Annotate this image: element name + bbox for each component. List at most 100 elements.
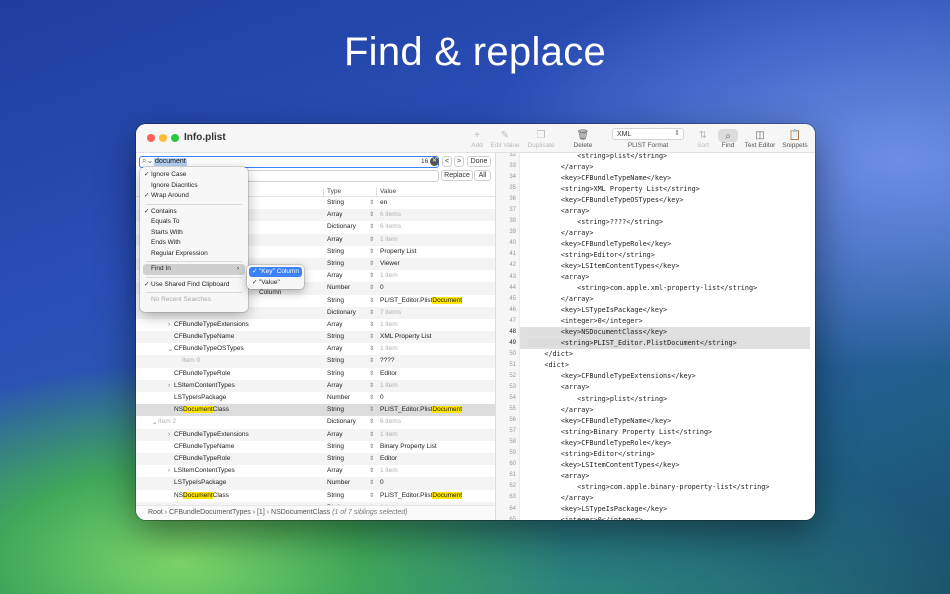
code-line[interactable]: 52 <key>CFBundleTypeExtensions</key>: [496, 371, 815, 382]
value-column-header[interactable]: Value: [380, 188, 396, 195]
code-line[interactable]: 55 </array>: [496, 404, 815, 415]
type-stepper-icon[interactable]: ⇕: [369, 370, 374, 377]
replace-all-button[interactable]: All: [474, 170, 491, 181]
snippets-button[interactable]: 📋 Snippets: [781, 129, 809, 149]
type-stepper-icon[interactable]: ⇕: [369, 382, 374, 389]
code-line[interactable]: 58 <key>CFBundleTypeRole</key>: [496, 437, 815, 448]
type-stepper-icon[interactable]: ⇕: [369, 406, 374, 413]
breadcrumb-item[interactable]: NSDocumentClass: [271, 509, 330, 516]
table-row[interactable]: NSDocumentClass String ⇕ PLIST_Editor.Plist…: [136, 490, 495, 502]
table-row[interactable]: › CFBundleTypeExtensions Array ⇕ 1 item: [136, 319, 495, 331]
text-editor-pane[interactable]: 32 <string>plist</string> 33 </array> 34 <…: [496, 153, 815, 520]
table-row[interactable]: LSTypeIsPackage Number ⇕ 0: [136, 392, 495, 404]
magnifier-dropdown-icon[interactable]: ⌕⌄: [142, 156, 153, 166]
code-line[interactable]: 65 <integer>0</integer>: [496, 515, 815, 520]
menu-item[interactable]: ✓ Use Shared Find Clipboard: [140, 280, 248, 291]
edit-value-button[interactable]: ✎ Edit Value: [490, 129, 520, 149]
menu-item[interactable]: ✓ Contains: [140, 207, 248, 218]
menu-item[interactable]: Equals To: [140, 217, 248, 228]
clear-icon[interactable]: ✕: [430, 157, 439, 166]
menu-item[interactable]: Starts With: [140, 228, 248, 239]
type-stepper-icon[interactable]: ⇕: [369, 394, 374, 401]
code-line[interactable]: 51 <dict>: [496, 360, 815, 371]
code-line[interactable]: 64 <key>LSTypeIsPackage</key>: [496, 504, 815, 515]
type-stepper-icon[interactable]: ⇕: [369, 248, 374, 255]
code-line[interactable]: 61 <array>: [496, 470, 815, 481]
code-line[interactable]: 53 <array>: [496, 382, 815, 393]
table-row[interactable]: › LSItemContentTypes Array ⇕ 1 item: [136, 379, 495, 392]
menu-item[interactable]: Ignore Diacritics: [140, 181, 248, 192]
type-stepper-icon[interactable]: ⇕: [369, 223, 374, 230]
table-row[interactable]: ⌄ CFBundleTypeOSTypes Array ⇕ 1 item: [136, 343, 495, 355]
code-line[interactable]: 40 <key>CFBundleTypeRole</key>: [496, 238, 815, 249]
add-button[interactable]: + Add: [468, 129, 486, 149]
submenu-item[interactable]: ✓ "Key" Column: [249, 267, 302, 277]
plist-format-select[interactable]: XML ⇕: [612, 128, 684, 140]
type-stepper-icon[interactable]: ⇕: [369, 272, 374, 279]
type-stepper-icon[interactable]: ⇕: [369, 345, 374, 352]
code-line[interactable]: 41 <string>Editor</string>: [496, 249, 815, 260]
code-line[interactable]: 33 </array>: [496, 161, 815, 172]
table-row[interactable]: › LSItemContentTypes Array ⇕ 1 item: [136, 465, 495, 477]
type-stepper-icon[interactable]: ⇕: [369, 297, 374, 304]
type-stepper-icon[interactable]: ⇕: [369, 333, 374, 340]
breadcrumb-item[interactable]: CFBundleDocumentTypes: [169, 509, 251, 516]
duplicate-button[interactable]: ❐ Duplicate: [526, 129, 556, 149]
table-row[interactable]: CFBundleTypeName String ⇕ Binary Property L…: [136, 441, 495, 453]
code-line[interactable]: 42 <key>LSItemContentTypes</key>: [496, 260, 815, 271]
code-line[interactable]: 38 <string>????</string>: [496, 216, 815, 227]
code-line[interactable]: 45 </array>: [496, 294, 815, 305]
type-column-header[interactable]: Type: [327, 188, 341, 195]
code-line[interactable]: 37 <array>: [496, 205, 815, 216]
type-stepper-icon[interactable]: ⇕: [369, 492, 374, 499]
chevron-right-icon[interactable]: ›: [168, 321, 170, 328]
type-stepper-icon[interactable]: ⇕: [369, 236, 374, 243]
code-line[interactable]: 59 <string>Editor</string>: [496, 448, 815, 459]
text-editor-button[interactable]: ◫ Text Editor: [743, 129, 777, 149]
code-line[interactable]: 50 </dict>: [496, 349, 815, 360]
chevron-right-icon[interactable]: ›: [168, 467, 170, 474]
code-line[interactable]: 39 </array>: [496, 227, 815, 238]
zoom-button[interactable]: [171, 134, 179, 142]
breadcrumb-item[interactable]: Root: [148, 509, 163, 516]
code-line[interactable]: 36 <key>CFBundleTypeOSTypes</key>: [496, 194, 815, 205]
code-line[interactable]: 48 <key>NSDocumentClass</key>: [496, 326, 815, 338]
submenu-item[interactable]: ✓ "Value" Column: [249, 278, 302, 296]
type-stepper-icon[interactable]: ⇕: [369, 357, 374, 364]
replace-field[interactable]: [246, 170, 439, 182]
breadcrumb-item[interactable]: [1]: [257, 509, 265, 516]
code-line[interactable]: 47 <integer>0</integer>: [496, 316, 815, 327]
chevron-right-icon[interactable]: ›: [168, 431, 170, 438]
close-button[interactable]: [147, 134, 155, 142]
type-stepper-icon[interactable]: ⇕: [369, 199, 374, 206]
type-stepper-icon[interactable]: ⇕: [369, 211, 374, 218]
menu-item[interactable]: ✓ Wrap Around: [140, 191, 248, 202]
type-stepper-icon[interactable]: ⇕: [369, 467, 374, 474]
code-line[interactable]: 54 <string>plist</string>: [496, 393, 815, 404]
table-row[interactable]: › CFBundleTypeExtensions Array ⇕ 1 item: [136, 428, 495, 441]
code-line[interactable]: 35 <string>XML Property List</string>: [496, 183, 815, 194]
type-stepper-icon[interactable]: ⇕: [369, 431, 374, 438]
type-stepper-icon[interactable]: ⇕: [369, 284, 374, 291]
table-row[interactable]: CFBundleTypeRole String ⇕ Editor: [136, 452, 495, 466]
table-row[interactable]: Item 0 String ⇕????: [136, 355, 495, 368]
code-line[interactable]: 60 <key>LSItemContentTypes</key>: [496, 459, 815, 470]
menu-item[interactable]: Find In ›: [143, 264, 245, 275]
previous-match-button[interactable]: <: [442, 156, 452, 167]
type-stepper-icon[interactable]: ⇕: [369, 309, 374, 316]
code-line[interactable]: 44 <string>com.apple.xml-property-list</…: [496, 283, 815, 294]
code-line[interactable]: 56 <key>CFBundleTypeName</key>: [496, 415, 815, 426]
next-match-button[interactable]: >: [454, 156, 464, 167]
table-row[interactable]: LSTypeIsPackage Number ⇕ 0: [136, 477, 495, 490]
table-row[interactable]: CFBundleTypeName String ⇕ XML Property List: [136, 331, 495, 344]
type-stepper-icon[interactable]: ⇕: [369, 260, 374, 267]
code-line[interactable]: 43 <array>: [496, 272, 815, 283]
replace-button[interactable]: Replace: [441, 170, 473, 181]
sort-button[interactable]: ⇅ Sort: [694, 129, 712, 149]
type-stepper-icon[interactable]: ⇕: [369, 418, 374, 425]
menu-item[interactable]: ✓ Ignore Case: [140, 170, 248, 181]
menu-item[interactable]: Ends With: [140, 238, 248, 249]
delete-button[interactable]: 🗑 Delete: [570, 129, 596, 149]
table-row[interactable]: CFBundleTypeRole String ⇕ Editor: [136, 368, 495, 380]
code-line[interactable]: 57 <string>Binary Property List</string>: [496, 426, 815, 437]
